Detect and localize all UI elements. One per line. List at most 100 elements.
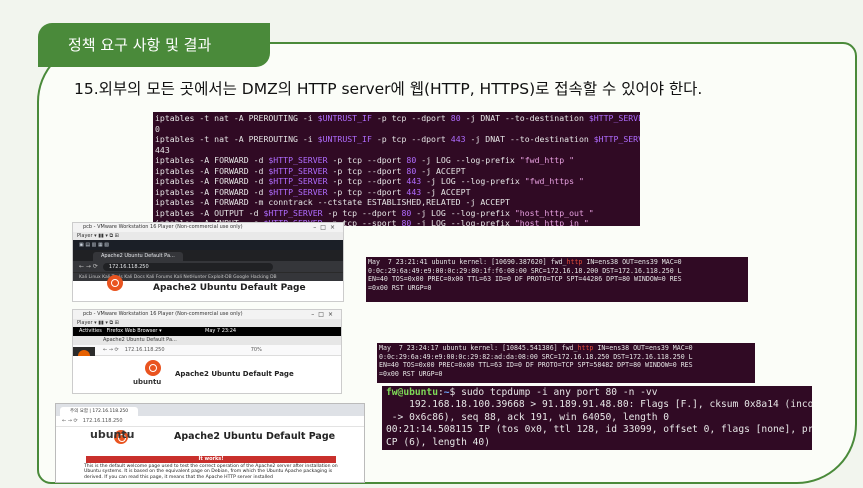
ubuntu-wordmark: ubuntu — [133, 378, 162, 386]
chrome-tabbar: 주의 요함 | 172.16.118.250 — [56, 404, 364, 416]
terminal-line: May 7 23:24:17 ubuntu kernel: [10845.541… — [379, 344, 753, 353]
terminal-line: iptables -A FORWARD -d $HTTP_SERVER -p t… — [155, 187, 638, 198]
terminal-text: 80 — [401, 207, 412, 218]
nav-arrows-icon: ← → ⟳ — [62, 418, 78, 424]
terminal-text: $HTTP_SERVER — [588, 113, 640, 123]
browser-label: Firefox Web Browser ▾ — [106, 328, 162, 334]
apache-page-title: Apache2 Ubuntu Default Page — [174, 431, 336, 442]
terminal-text: iptables -A FORWARD -d — [155, 155, 269, 165]
terminal-text: 80 — [401, 218, 412, 226]
terminal-text: 192.168.18.100.39668 > 91.189.91.48.80: … — [386, 399, 812, 411]
activities-label: Activities — [79, 328, 102, 334]
terminal-line: iptables -A OUTPUT -d $HTTP_SERVER -p tc… — [155, 208, 638, 219]
terminal-text: 443 — [155, 144, 170, 155]
firefox-address-bar: ← → ⟳ 172.16.118.250 70% — [73, 345, 341, 356]
it-works-banner: It works! — [86, 456, 336, 463]
terminal-text: -> 0x6c86), seq 88, ack 191, win 64050, … — [386, 411, 670, 423]
terminal-text: http — [577, 344, 594, 352]
terminal-text: $HTTP_SERVER — [593, 134, 640, 144]
browser-tabbar: Apache2 Ubuntu Default Pa... — [73, 250, 343, 261]
terminal-text: 80 — [406, 155, 417, 165]
terminal-text: http — [566, 258, 583, 266]
nav-arrows-icon: ← → ⟳ — [79, 263, 98, 270]
terminal-text: IN=ens38 OUT=ens39 MAC=0 — [593, 344, 693, 352]
kernel-log-terminal-2: May 7 23:24:17 ubuntu kernel: [10845.541… — [377, 343, 755, 383]
ubuntu-wordmark: ubuntu — [90, 428, 135, 441]
terminal-line: 192.168.18.100.39668 > 91.189.91.48.80: … — [386, 399, 812, 411]
firefox-tabbar: Apache2 Ubuntu Default Pa... — [73, 336, 341, 345]
terminal-line: 0:0c:29:6a:49:e9:00:0c:29:80:1f:f6:08:00… — [368, 267, 746, 276]
section-tab: 정책 요구 사항 및 결과 — [38, 23, 270, 67]
terminal-text: iptables -A FORWARD -d — [155, 176, 269, 186]
terminal-text: =0x00 RST URGP=0 — [368, 283, 432, 292]
terminal-text: EN=40 TOS=0x00 PREC=0x00 TTL=63 ID=0 DF … — [379, 361, 693, 370]
terminal-text: -j LOG --log-prefix — [411, 218, 515, 226]
terminal-line: 0:0c:29:6a:49:e9:00:0c:29:82:ad:da:08:00… — [379, 353, 753, 362]
terminal-line: 00:21:14.508115 IP (tos 0x0, ttl 128, id… — [386, 424, 812, 436]
browser-tab: Apache2 Ubuntu Default Pa... — [93, 252, 183, 261]
terminal-text: -p tcp --dport — [327, 165, 407, 176]
terminal-text: $ sudo tcpdump -i any port 80 -n -vv — [449, 387, 658, 398]
vm-menu: Player ▾ ▮▮ ▾ ⧉ ⊞ — [73, 232, 343, 240]
terminal-line: 0 — [155, 124, 638, 135]
vm-menu: Player ▾ ▮▮ ▾ ⧉ ⊞ — [73, 319, 341, 327]
terminal-text: $HTTP_SERVER — [268, 186, 328, 197]
url-field: 172.16.118.250 — [102, 262, 273, 271]
window-controls-icon: –□× — [313, 224, 339, 231]
vm-title-bar: pcb - VMware Workstation 16 Player (Non-… — [73, 223, 343, 232]
terminal-text: iptables -A OUTPUT -d — [155, 207, 264, 218]
terminal-text: IN=ens38 OUT=ens39 MAC=0 — [582, 258, 682, 266]
terminal-text: =0x00 RST URGP=0 — [379, 369, 443, 378]
ubuntu-logo-icon — [145, 360, 161, 376]
terminal-text: -p tcp --dport — [322, 207, 402, 218]
terminal-text: EN=40 TOS=0x00 PREC=0x00 TTL=63 ID=0 DF … — [368, 275, 682, 284]
terminal-text: iptables -A FORWARD -d — [155, 186, 269, 197]
terminal-line: -> 0x6c86), seq 88, ack 191, win 64050, … — [386, 412, 808, 424]
terminal-text: 443 — [450, 134, 466, 144]
terminal-text: "fwd_https " — [524, 176, 584, 186]
terminal-text: "host_http_out " — [514, 207, 594, 218]
iptables-terminal: iptables -t nat -A PREROUTING -i $UNTRUS… — [153, 112, 640, 226]
terminal-text: iptables -t nat -A PREROUTING -i — [155, 134, 318, 144]
terminal-line: CP (6), length 40) — [386, 437, 808, 449]
terminal-text: -j ACCEPT — [416, 165, 466, 176]
url-field: 172.16.118.250 — [124, 347, 165, 353]
terminal-line: 443 — [155, 145, 638, 156]
vm-title-bar: pcb - VMware Workstation 16 Player (Non-… — [73, 310, 341, 319]
terminal-text: -p tcp --dport — [327, 155, 407, 165]
terminal-text: -p tcp --dport — [371, 134, 451, 144]
gnome-top-bar: Activities Firefox Web Browser ▾ May 7 2… — [73, 327, 341, 336]
vm-title: pcb - VMware Workstation 16 Player (Non-… — [83, 311, 243, 317]
firefox-tab: Apache2 Ubuntu Default Pa... — [103, 337, 177, 343]
terminal-text: -j DNAT --to-destination — [465, 134, 594, 144]
terminal-line: =0x00 RST URGP=0 — [379, 370, 753, 379]
kali-browser-screenshot: pcb - VMware Workstation 16 Player (Non-… — [72, 222, 344, 302]
terminal-line: iptables -A FORWARD -d $HTTP_SERVER -p t… — [155, 176, 638, 187]
terminal-text: 443 — [406, 186, 422, 197]
terminal-line: =0x00 RST URGP=0 — [368, 284, 746, 293]
tcpdump-terminal: fw@ubuntu:~$ sudo tcpdump -i any port 80… — [382, 386, 812, 450]
chrome-address-bar: ← → ⟳ 172.16.118.250 — [56, 416, 364, 427]
terminal-text: "fwd_http " — [519, 155, 575, 165]
nav-arrows-icon: ← → ⟳ — [103, 347, 119, 353]
terminal-text: 00:21:14.508115 IP (tos 0x0, ttl 128, id… — [386, 424, 812, 436]
terminal-text: $HTTP_SERVER — [268, 176, 328, 186]
apache-page-title: Apache2 Ubuntu Default Page — [175, 370, 294, 378]
windows-chrome-screenshot: 주의 요함 | 172.16.118.250 ← → ⟳ 172.16.118.… — [55, 403, 365, 483]
terminal-text: -j LOG --log-prefix — [416, 155, 520, 165]
terminal-text: $HTTP_SERVER — [268, 155, 328, 165]
terminal-text: -j DNAT --to-destination — [460, 113, 589, 123]
terminal-text: 0:0c:29:6a:49:e9:00:0c:29:82:ad:da:08:00… — [379, 352, 693, 361]
terminal-text: -p tcp --dport — [327, 176, 407, 186]
terminal-text: CP (6), length 40) — [386, 436, 490, 448]
terminal-text: -j LOG --log-prefix — [421, 176, 525, 186]
terminal-text: -j ACCEPT — [421, 186, 471, 197]
ubuntu-logo-icon — [107, 275, 123, 291]
terminal-text: fw@ubuntu — [386, 387, 438, 398]
terminal-text: -j LOG --log-prefix — [411, 207, 515, 218]
terminal-text: $UNTRUST_IF — [317, 113, 372, 123]
address-bar: ← → ⟳ 172.16.118.250 — [73, 261, 343, 272]
terminal-line: iptables -A FORWARD -d $HTTP_SERVER -p t… — [155, 155, 638, 166]
terminal-text: -p tcp --dport — [371, 113, 451, 123]
kali-taskbar: ▣ ▤ ▥ ▦ ▧ — [73, 240, 343, 250]
